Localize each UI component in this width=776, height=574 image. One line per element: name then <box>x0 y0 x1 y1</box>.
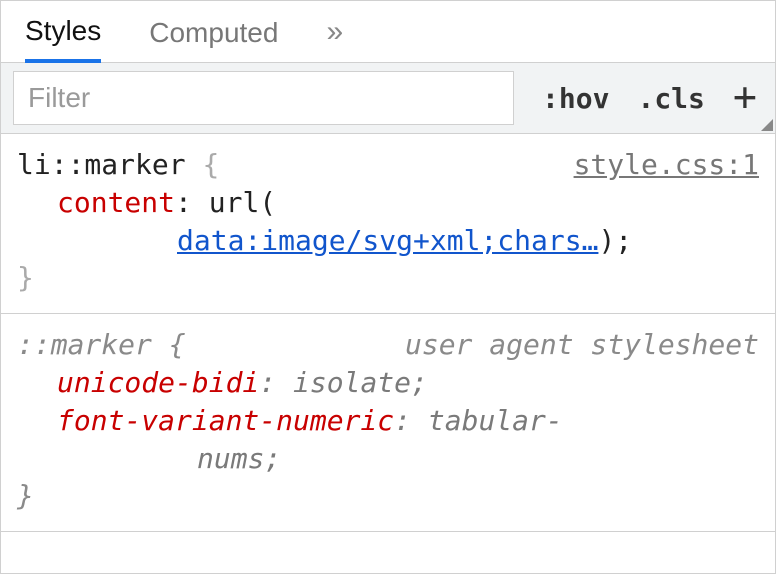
css-selector[interactable]: ::marker <box>17 328 152 361</box>
css-property-value-cont: nums <box>197 442 264 475</box>
source-link[interactable]: style.css:1 <box>574 146 759 184</box>
css-property-name: font-variant-numeric <box>57 404 394 437</box>
data-url-link[interactable]: data:image/svg+xml;chars…); <box>57 222 759 260</box>
more-icon[interactable] <box>761 119 773 131</box>
css-declaration[interactable]: unicode-bidi: isolate; <box>57 364 759 402</box>
css-property-value: isolate <box>293 366 411 399</box>
styles-toolbar: :hov .cls + <box>1 63 775 134</box>
semicolon: ; <box>264 442 281 475</box>
data-url-value: data:image/svg+xml;chars… <box>177 224 598 257</box>
css-selector[interactable]: li::marker <box>17 148 186 181</box>
rule-header: ::marker { user agent stylesheet <box>17 326 759 364</box>
url-close: ); <box>598 222 632 260</box>
css-property-name: content <box>57 186 175 219</box>
rules-list: li::marker { style.css:1 content: url( d… <box>1 134 775 573</box>
toolbar-right: :hov .cls + <box>514 63 775 133</box>
tabs-overflow-icon[interactable]: » <box>326 15 343 49</box>
css-property-name: unicode-bidi <box>57 366 259 399</box>
rule-props: unicode-bidi: isolate; font-variant-nume… <box>17 364 759 477</box>
filter-input[interactable] <box>13 71 514 125</box>
css-declaration[interactable]: font-variant-numeric: tabular- <box>57 402 759 440</box>
new-style-rule-button[interactable]: + <box>733 77 757 119</box>
colon: : <box>259 366 276 399</box>
rule-block: li::marker { style.css:1 content: url( d… <box>1 134 775 314</box>
brace-close: } <box>17 261 34 294</box>
user-agent-label: user agent stylesheet <box>405 326 759 364</box>
brace-close: } <box>17 479 34 512</box>
url-keyword: url( <box>209 186 276 219</box>
semicolon: ; <box>411 366 428 399</box>
brace-open: { <box>169 328 186 361</box>
cls-button[interactable]: .cls <box>637 82 704 115</box>
brace-open: { <box>202 148 219 181</box>
colon: : <box>394 404 411 437</box>
rule-header: li::marker { style.css:1 <box>17 146 759 184</box>
rule-props: content: url( data:image/svg+xml;chars…)… <box>17 184 759 260</box>
tab-computed[interactable]: Computed <box>149 3 278 61</box>
css-declaration[interactable]: content: url( <box>57 184 759 222</box>
rule-block: ::marker { user agent stylesheet unicode… <box>1 314 775 532</box>
styles-panel: Styles Computed » :hov .cls + li::marker… <box>0 0 776 574</box>
hov-button[interactable]: :hov <box>542 82 609 115</box>
tabbar: Styles Computed » <box>1 1 775 63</box>
tab-styles[interactable]: Styles <box>25 1 101 63</box>
css-property-value: tabular- <box>428 404 563 437</box>
